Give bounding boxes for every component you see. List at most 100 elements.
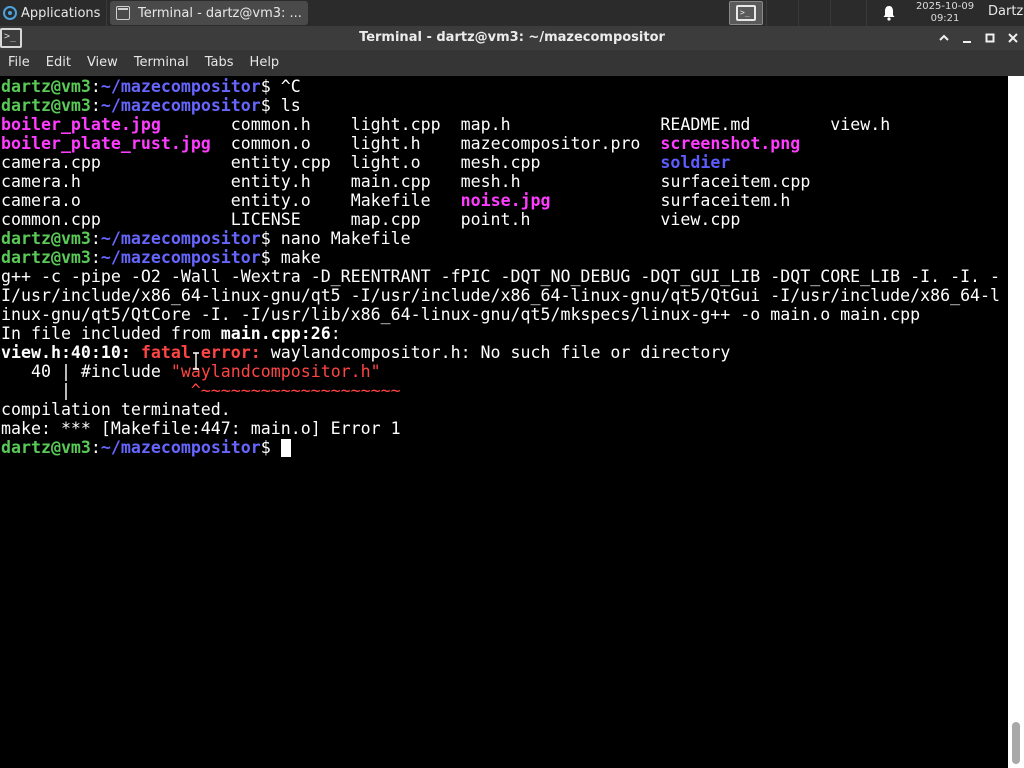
menu-file[interactable]: File [0,50,38,76]
ls-entry: Makefile [350,191,431,210]
make-error-line: make: *** [Makefile:447: main.o] Error 1 [1,419,401,438]
ls-entry: camera.o [1,191,81,210]
source-line: 40 | #include "waylandcompositor.h" [1,362,381,381]
fatal-error-line: view.h:40:10: fatal error: waylandcompos… [1,343,731,362]
terminal-scrollbar[interactable] [1008,76,1024,768]
panel-separator [830,0,831,26]
ls-entry: light.cpp [350,115,441,134]
terminal-area[interactable]: dartz@vm3:~/mazecompositor$ ^C dartz@vm3… [0,76,1008,768]
prompt-user: dartz@vm3 [1,248,91,267]
prompt-colon: : [90,229,101,248]
ls-entry: soldier [660,153,731,172]
xfce-logo-icon [3,6,17,20]
clock-date: 2025-10-09 [915,1,975,12]
prompt-line: dartz@vm3:~/mazecompositor$ [1,438,291,457]
maximize-icon[interactable] [981,29,999,47]
command-text: make [280,248,321,267]
menu-help[interactable]: Help [242,50,288,76]
ls-entry: LICENSE [230,210,301,229]
included-from-line: In file included from main.cpp:26: [1,324,341,343]
workspace-terminal-launcher[interactable]: >_ [729,1,763,25]
prompt-line: dartz@vm3:~/mazecompositor$ ls [1,96,301,115]
prompt-user: dartz@vm3 [1,96,91,115]
ls-entry: camera.h [1,172,81,191]
ls-entry: screenshot.png [660,134,801,153]
prompt-path: ~/mazecompositor [100,438,261,457]
prompt-line: dartz@vm3:~/mazecompositor$ nano Makefil… [1,229,411,248]
ls-entry: entity.o [230,191,311,210]
ls-row: common.cpp LICENSE map.cpp point.h view.… [1,210,830,229]
ls-entry: boiler_plate_rust.jpg [1,134,211,153]
menu-tabs[interactable]: Tabs [197,50,242,76]
window-titlebar[interactable]: >_ Terminal - dartz@vm3: ~/mazecomposito… [0,26,1024,50]
scrollbar-thumb[interactable] [1012,722,1020,764]
prompt-colon: : [90,438,101,457]
ls-entry: entity.cpp [230,153,331,172]
prompt-dollar: $ [260,248,281,267]
ls-entry: map.cpp [350,210,421,229]
window-shade-icon[interactable] [935,29,953,47]
terminal-window-icon [116,6,130,20]
taskbar-terminal-title: Terminal - dartz@vm3: ... [138,5,302,21]
ls-entry: boiler_plate.jpg [1,115,161,134]
prompt-line: dartz@vm3:~/mazecompositor$ make [1,248,321,267]
panel-separator [866,0,867,26]
taskbar-terminal-button[interactable]: Terminal - dartz@vm3: ... [110,1,308,25]
panel-separator [106,0,107,26]
prompt-user: dartz@vm3 [1,77,91,96]
ls-entry: view.h [830,115,891,134]
prompt-colon: : [90,248,101,267]
notification-bell-icon[interactable] [881,5,897,21]
menu-terminal[interactable]: Terminal [126,50,197,76]
ls-entry: entity.h [230,172,311,191]
ls-entry: view.cpp [660,210,741,229]
menu-bar: File Edit View Terminal Tabs Help [0,50,1024,76]
applications-label: Applications [21,5,101,21]
ls-entry: camera.cpp [1,153,101,172]
prompt-dollar: $ [260,77,281,96]
ls-entry: point.h [460,210,531,229]
prompt-path: ~/mazecompositor [100,248,261,267]
window-title: Terminal - dartz@vm3: ~/mazecompositor [359,30,665,45]
menu-view[interactable]: View [79,50,126,76]
ls-entry: surfaceitem.h [660,191,791,210]
compiler-command: inux-gnu/qt5/QtCore -I. -I/usr/lib/x86_6… [1,305,921,324]
clock[interactable]: 2025-10-09 09:21 [908,1,982,25]
terminal-icon: >_ [736,5,756,21]
prompt-colon: : [90,77,101,96]
menu-edit[interactable]: Edit [38,50,79,76]
ls-entry: surfaceitem.cpp [660,172,811,191]
minimize-icon[interactable] [958,29,976,47]
ls-row: camera.h entity.h main.cpp mesh.h surfac… [1,172,830,191]
terminal-output: dartz@vm3:~/mazecompositor$ ^C dartz@vm3… [1,77,1000,457]
compiler-command: g++ -c -pipe -O2 -Wall -Wextra -D_REENTR… [1,267,1001,286]
command-text: ls [280,96,301,115]
ls-entry: map.h [460,115,511,134]
prompt-path: ~/mazecompositor [100,77,261,96]
top-panel: Applications Terminal - dartz@vm3: ... >… [0,0,1024,26]
ls-row: boiler_plate_rust.jpg common.o light.h m… [1,134,830,153]
ls-entry: common.cpp [1,210,101,229]
ls-row: boiler_plate.jpg common.h light.cpp map.… [1,115,890,134]
panel-separator [798,0,799,26]
ls-entry: mesh.cpp [460,153,541,172]
prompt-line: dartz@vm3:~/mazecompositor$ ^C [1,77,301,96]
ls-row: camera.o entity.o Makefile noise.jpg sur… [1,191,830,210]
prompt-dollar: $ [260,96,281,115]
prompt-path: ~/mazecompositor [100,96,261,115]
prompt-dollar: $ [260,438,281,457]
ls-entry: noise.jpg [460,191,551,210]
text-cursor [280,439,291,457]
prompt-user: dartz@vm3 [1,229,91,248]
ls-entry: light.h [350,134,421,153]
user-menu[interactable]: Dartz [988,4,1023,19]
ls-entry: common.o [230,134,311,153]
ls-entry: common.h [230,115,311,134]
clock-time: 09:21 [930,13,960,24]
prompt-colon: : [90,96,101,115]
close-icon[interactable] [1004,29,1022,47]
ls-entry: mazecompositor.pro [460,134,641,153]
applications-menu[interactable]: Applications [0,0,100,26]
panel-separator [766,0,767,26]
prompt-user: dartz@vm3 [1,438,91,457]
